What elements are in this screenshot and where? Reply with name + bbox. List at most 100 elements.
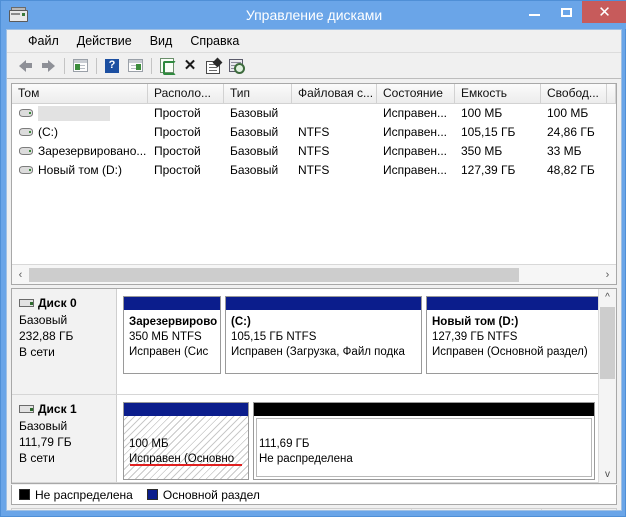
table-row[interactable]: Простой Базовый Исправен... 100 МБ 100 М… (12, 104, 616, 123)
disk-graphic-vertical-scrollbar[interactable]: ^ v (598, 289, 616, 483)
column-header-type[interactable]: Тип (224, 84, 292, 103)
delete-icon: ✕ (183, 57, 197, 74)
table-row[interactable]: (C:) Простой Базовый NTFS Исправен... 10… (12, 123, 616, 142)
table-row[interactable]: Зарезервировано... Простой Базовый NTFS … (12, 142, 616, 161)
menu-item-help[interactable]: Справка (181, 32, 248, 50)
list-view-button[interactable] (69, 55, 91, 77)
cell-volume: Зарезервировано... (12, 142, 148, 161)
status-cell-2 (412, 509, 542, 510)
column-header-extra[interactable] (607, 84, 616, 103)
properties-button[interactable] (202, 55, 224, 77)
cell-status: Исправен... (383, 144, 448, 158)
cell-volume: (C:) (12, 123, 148, 142)
legend-swatch-primary (146, 489, 158, 500)
volume-list-horizontal-scrollbar[interactable]: ‹ › (12, 264, 616, 284)
cell-free: 33 МБ (547, 144, 582, 158)
partition-body: 111,69 ГБ Не распределена (254, 416, 594, 479)
cell-volume-label: Новый том (D:) (38, 163, 122, 177)
partition-body: Новый том (D:) 127,39 ГБ NTFS Исправен (… (427, 310, 598, 373)
column-header-filesystem[interactable]: Файловая с... (292, 84, 377, 103)
scroll-right-icon[interactable]: › (599, 266, 616, 284)
minimize-button[interactable] (518, 1, 550, 23)
cell-status: Исправен... (383, 106, 448, 120)
refresh-icon (160, 58, 176, 75)
delete-button[interactable]: ✕ (179, 55, 201, 77)
title-bar: Управление дисками ✕ (1, 1, 626, 29)
partition-color-bar (254, 403, 594, 416)
cell-filesystem: NTFS (298, 144, 330, 158)
cell-volume-label: (C:) (38, 125, 58, 139)
scroll-thumb[interactable] (600, 307, 615, 379)
disk-graphic-scroll-area: Диск 0 Базовый 232,88 ГБ В сети Зарезерв… (12, 289, 599, 483)
detail-view-button[interactable] (124, 55, 146, 77)
cell-free: 100 МБ (547, 106, 589, 120)
disk-size: 111,79 ГБ (19, 435, 72, 449)
help-button[interactable]: ? (101, 55, 123, 77)
disk-type: Базовый (19, 313, 68, 327)
cell-layout: Простой (154, 163, 201, 177)
menu-item-view[interactable]: Вид (141, 32, 182, 50)
scroll-track[interactable] (29, 267, 599, 282)
partition-body: (C:) 105,15 ГБ NTFS Исправен (Загрузка, … (226, 310, 421, 373)
disk-state: В сети (19, 451, 55, 465)
rescan-disks-button[interactable] (225, 55, 247, 77)
disk-icon (19, 298, 35, 309)
volume-icon (19, 108, 34, 119)
close-button[interactable]: ✕ (582, 1, 626, 23)
partition-size: 105,15 ГБ NTFS (231, 331, 317, 343)
disk-size: 232,88 ГБ (19, 329, 74, 343)
cell-volume-label (38, 106, 110, 121)
cell-filesystem: NTFS (298, 163, 330, 177)
cell-capacity: 350 МБ (461, 144, 503, 158)
properties-icon (205, 57, 222, 74)
cell-status: Исправен... (383, 163, 448, 177)
maximize-button[interactable] (550, 1, 582, 23)
column-header-volume[interactable]: Том (12, 84, 148, 103)
disk-type: Базовый (19, 419, 68, 433)
menu-item-file[interactable]: Файл (19, 32, 68, 50)
partition-size: 350 МБ NTFS (129, 331, 202, 343)
list-view-icon (72, 59, 88, 72)
scroll-up-icon[interactable]: ^ (599, 289, 616, 306)
partition-block[interactable]: 111,69 ГБ Не распределена (253, 402, 595, 480)
volume-icon (19, 146, 34, 157)
disk-row-1[interactable]: Диск 1 Базовый 111,79 ГБ В сети 100 МБ И… (12, 395, 599, 483)
window-controls: ✕ (518, 1, 626, 29)
menu-item-action[interactable]: Действие (68, 32, 141, 50)
toolbar: ? ✕ (7, 53, 621, 79)
detail-view-icon (127, 59, 143, 72)
scroll-down-icon[interactable]: v (599, 466, 616, 483)
column-header-capacity[interactable]: Емкость (455, 84, 541, 103)
toolbar-separator (96, 57, 97, 74)
cell-filesystem: NTFS (298, 125, 330, 139)
partition-block[interactable]: 100 МБ Исправен (Основно (123, 402, 249, 480)
status-cell-1 (12, 509, 412, 510)
partition-block[interactable]: Новый том (D:) 127,39 ГБ NTFS Исправен (… (426, 296, 599, 374)
cell-capacity: 127,39 ГБ (461, 163, 516, 177)
cell-free: 48,82 ГБ (547, 163, 595, 177)
refresh-button[interactable] (156, 55, 178, 77)
partition-color-bar (226, 297, 421, 310)
column-header-status[interactable]: Состояние (377, 84, 455, 103)
scroll-thumb[interactable] (29, 267, 520, 282)
status-bar (11, 508, 617, 510)
disk-title-0: Диск 0 (19, 296, 116, 310)
minimize-icon (528, 14, 540, 16)
disk-management-window: Управление дисками ✕ Файл Действие Вид С… (0, 0, 626, 517)
disk-info-0: Диск 0 Базовый 232,88 ГБ В сети (12, 289, 117, 394)
disk-row-0[interactable]: Диск 0 Базовый 232,88 ГБ В сети Зарезерв… (12, 289, 599, 395)
table-row[interactable]: Новый том (D:) Простой Базовый NTFS Испр… (12, 161, 616, 180)
scroll-left-icon[interactable]: ‹ (12, 266, 29, 284)
back-button[interactable] (14, 55, 36, 77)
partition-block[interactable]: Зарезервирово 350 МБ NTFS Исправен (Сис (123, 296, 221, 374)
partition-block[interactable]: (C:) 105,15 ГБ NTFS Исправен (Загрузка, … (225, 296, 422, 374)
disk-title-1: Диск 1 (19, 402, 116, 416)
forward-button[interactable] (37, 55, 59, 77)
column-header-layout[interactable]: Располо... (148, 84, 224, 103)
legend-item-primary: Основной раздел (146, 488, 260, 502)
volume-list-header: Том Располо... Тип Файловая с... Состоян… (12, 84, 616, 104)
column-header-free[interactable]: Свобод... (541, 84, 607, 103)
partition-size: 111,69 ГБ (259, 438, 310, 450)
cell-volume (12, 104, 148, 123)
help-icon: ? (105, 58, 119, 73)
